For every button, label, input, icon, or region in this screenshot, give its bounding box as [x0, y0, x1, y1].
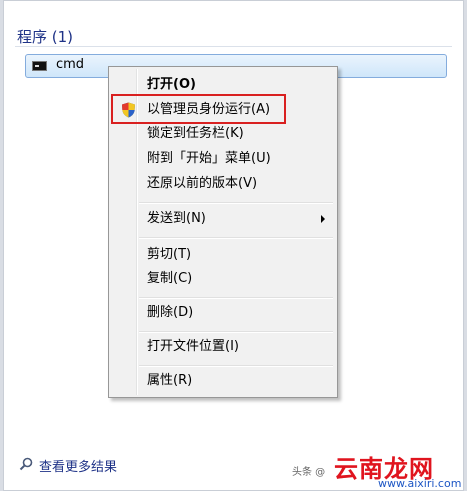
menu-item-label: 删除(D) [147, 305, 194, 320]
menu-item-label: 附到「开始」菜单(U) [147, 151, 271, 166]
menu-item-pin-taskbar[interactable]: 锁定到任务栏(K) [111, 122, 335, 146]
submenu-arrow-icon [321, 215, 325, 223]
watermark-platform: 头条 @ [292, 467, 326, 478]
section-divider [15, 46, 452, 47]
menu-separator [139, 202, 333, 204]
menu-item-label: 锁定到任务栏(K) [147, 126, 244, 141]
search-icon [19, 457, 33, 471]
cmd-console-icon [32, 61, 47, 71]
menu-item-cut[interactable]: 剪切(T) [111, 243, 335, 267]
menu-item-label: 剪切(T) [147, 247, 192, 262]
menu-item-open-file-location[interactable]: 打开文件位置(I) [111, 335, 335, 359]
programs-section-title: 程序 (1) [17, 28, 74, 46]
menu-item-label: 发送到(N) [147, 211, 206, 226]
menu-item-pin-start[interactable]: 附到「开始」菜单(U) [111, 147, 335, 171]
menu-item-delete[interactable]: 删除(D) [111, 301, 335, 325]
menu-separator [139, 331, 333, 333]
menu-separator [139, 297, 333, 299]
menu-item-restore-versions[interactable]: 还原以前的版本(V) [111, 172, 335, 196]
menu-item-send-to[interactable]: 发送到(N) [111, 207, 335, 231]
menu-item-label: 打开文件位置(I) [147, 339, 239, 354]
annotation-highlight-box [111, 94, 286, 124]
see-more-results-label: 查看更多结果 [39, 460, 118, 475]
watermark-url: www.aixiri.com [378, 477, 462, 490]
menu-item-properties[interactable]: 属性(R) [111, 369, 335, 393]
menu-item-label: 复制(C) [147, 271, 193, 286]
menu-item-label: 还原以前的版本(V) [147, 176, 258, 191]
result-item-label: cmd [56, 57, 85, 72]
menu-item-label: 属性(R) [147, 373, 193, 388]
menu-separator [139, 365, 333, 367]
menu-item-copy[interactable]: 复制(C) [111, 267, 335, 291]
menu-separator [139, 237, 333, 239]
